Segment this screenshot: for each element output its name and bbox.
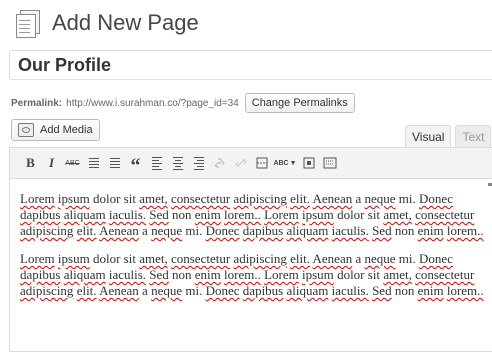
misspelled-word: ipsum (302, 207, 334, 222)
misspelled-word: dapibus (20, 267, 61, 282)
misspelled-word: iaculis. (331, 283, 369, 298)
content-paragraph: Lorem ipsum dolor sit amet, consectetur … (20, 191, 484, 238)
align-right-icon[interactable] (188, 153, 209, 173)
misspelled-word: Donec (419, 191, 453, 206)
misspelled-word: adipiscing (20, 223, 74, 238)
misspelled-word: amet, (139, 191, 168, 206)
misspelled-word: dapibus (242, 223, 284, 238)
misspelled-word: adipiscing (233, 251, 287, 266)
misspelled-word: Donec (419, 251, 453, 266)
insert-more-icon[interactable] (251, 153, 272, 173)
misspelled-word: dapibus (20, 207, 61, 222)
permalink-label: Permalink: (11, 97, 63, 109)
misspelled-word: adipiscing (233, 191, 287, 206)
misspelled-word: aliquam (286, 283, 329, 298)
spellcheck-icon[interactable]: ABC ▼ (272, 153, 298, 173)
misspelled-word: consectetur (170, 191, 231, 206)
misspelled-word: enim (194, 267, 221, 282)
misspelled-word: enim (417, 283, 444, 298)
misspelled-word: Sed (372, 223, 392, 238)
tab-visual[interactable]: Visual (405, 125, 452, 149)
misspelled-word: Aenean (312, 191, 353, 206)
page-header: Add New Page (14, 6, 199, 40)
italic-button[interactable]: I (41, 153, 62, 173)
page-title: Add New Page (52, 10, 199, 35)
misspelled-word: dapibus (242, 283, 284, 298)
numbered-list-icon[interactable] (104, 153, 125, 173)
misspelled-word: aliquam (63, 207, 106, 222)
misspelled-word: neque (364, 191, 396, 206)
misspelled-word: lorem.. (446, 223, 484, 238)
tab-text[interactable]: Text (455, 125, 492, 147)
misspelled-word: iaculis. (331, 223, 369, 238)
bulleted-list-icon[interactable] (83, 153, 104, 173)
misspelled-word: consectetur (415, 207, 475, 222)
misspelled-word: Donec (205, 283, 240, 298)
misspelled-word: amet, (383, 267, 412, 282)
content-editor: B I ABC “ ABC ▼ Lorem ipsum dolor sit am… (9, 147, 492, 352)
misspelled-word: iaculis. (108, 267, 147, 282)
misspelled-word: Lorem (264, 207, 299, 222)
bold-button[interactable]: B (20, 153, 41, 173)
misspelled-word: Lorem (20, 251, 55, 266)
misspelled-word: Sed (149, 267, 169, 282)
misspelled-word: elit. (76, 283, 97, 298)
misspelled-word: Sed (149, 207, 169, 222)
misspelled-word: Aenean (99, 283, 139, 298)
misspelled-word: Donec (205, 223, 240, 238)
blockquote-button[interactable]: “ (125, 153, 146, 176)
misspelled-word: lorem.. (446, 283, 484, 298)
misspelled-word: aliquam (63, 267, 106, 282)
editor-toolbar: B I ABC “ ABC ▼ (10, 148, 492, 179)
strikethrough-button[interactable]: ABC (62, 153, 83, 173)
misspelled-word: ipsum (57, 191, 90, 206)
align-center-icon[interactable] (167, 153, 188, 173)
misspelled-word: neque (151, 283, 183, 298)
misspelled-word: Lorem (264, 267, 299, 282)
editor-tabs: Visual Text (405, 125, 492, 149)
misspelled-word: aliquam (286, 223, 329, 238)
misspelled-word: lorem.. (224, 207, 261, 222)
misspelled-word: elit. (76, 223, 97, 238)
misspelled-word: elit. (290, 251, 310, 266)
misspelled-word: amet, (139, 251, 168, 266)
misspelled-word: amet, (383, 207, 412, 222)
misspelled-word: elit. (290, 191, 310, 206)
misspelled-word: Aenean (312, 251, 353, 266)
align-left-icon[interactable] (146, 153, 167, 173)
misspelled-word: ipsum (57, 251, 90, 266)
change-permalinks-button[interactable]: Change Permalinks (244, 93, 355, 113)
misspelled-word: Sed (372, 283, 392, 298)
misspelled-word: lorem.. (224, 267, 261, 282)
post-title-input[interactable]: Our Profile (9, 50, 492, 80)
permalink-row: Permalink: http://www.i.surahman.co/?pag… (11, 93, 355, 113)
misspelled-word: neque (151, 223, 183, 238)
misspelled-word: ipsum (302, 267, 334, 282)
misspelled-word: enim (194, 207, 221, 222)
editor-content[interactable]: Lorem ipsum dolor sit amet, consectetur … (10, 179, 492, 299)
page-icon (14, 8, 40, 38)
kitchen-sink-icon[interactable] (319, 153, 340, 173)
insert-link-icon[interactable] (209, 153, 230, 173)
add-media-button[interactable]: Add Media (11, 119, 100, 141)
fullscreen-icon[interactable] (298, 153, 319, 173)
media-icon (18, 123, 34, 137)
content-paragraph: Lorem ipsum dolor sit amet, consectetur … (20, 251, 484, 298)
misspelled-word: neque (364, 251, 396, 266)
misspelled-word: consectetur (170, 251, 231, 266)
misspelled-word: consectetur (415, 267, 475, 282)
misspelled-word: enim (417, 223, 444, 238)
permalink-url[interactable]: http://www.i.surahman.co/?page_id=34 (66, 98, 239, 109)
scrollbar-marker[interactable] (488, 183, 492, 186)
misspelled-word: iaculis. (108, 207, 147, 222)
misspelled-word: adipiscing (20, 283, 74, 298)
misspelled-word: Lorem (20, 191, 55, 206)
misspelled-word: Aenean (99, 223, 139, 238)
add-media-label: Add Media (40, 124, 93, 136)
remove-link-icon[interactable] (230, 153, 251, 173)
